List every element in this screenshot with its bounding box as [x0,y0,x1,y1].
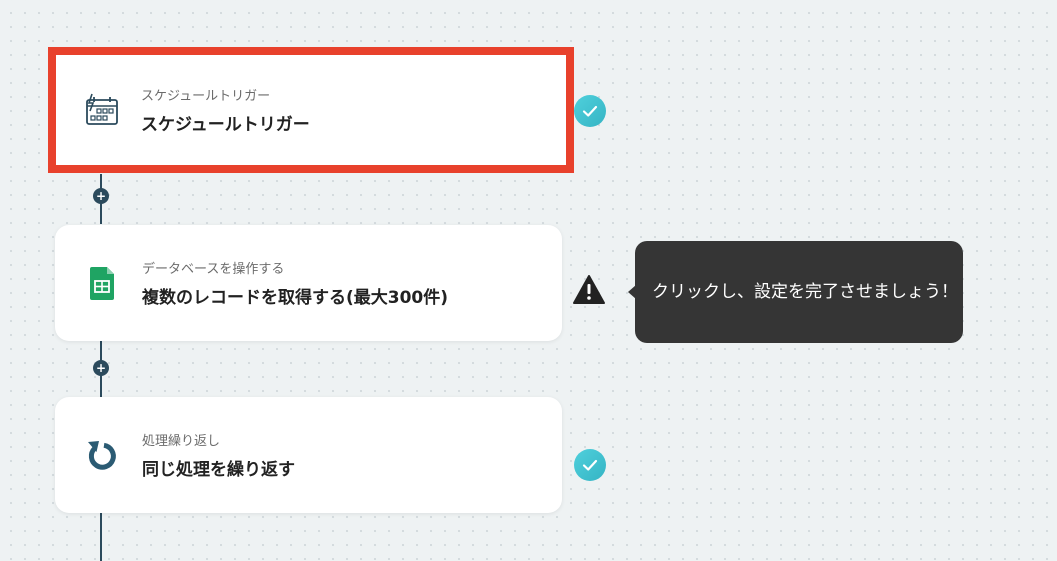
warning-icon [572,274,606,306]
loop-icon [83,436,121,474]
flow-step-database[interactable]: データベースを操作する 複数のレコードを取得する(最大300件) [55,225,562,341]
setup-hint-tooltip: クリックし、設定を完了させましょう！ [628,241,963,343]
tooltip-arrow [628,285,636,299]
schedule-trigger-icon [83,91,121,129]
step-title: 複数のレコードを取得する(最大300件) [142,288,449,308]
google-sheets-icon [83,264,121,302]
check-icon [574,449,606,481]
step-title: スケジュールトリガー [141,115,310,135]
connector-line [100,513,102,561]
add-step-button[interactable]: + [93,188,109,204]
check-icon [574,95,606,127]
step-category-label: スケジュールトリガー [141,89,271,104]
flow-canvas: + + スケジュールトリガー スケジュールトリガー データベースを操作する 複数… [0,0,1057,561]
flow-step-loop[interactable]: 処理繰り返し 同じ処理を繰り返す [55,397,562,513]
flow-step-schedule-trigger[interactable]: スケジュールトリガー スケジュールトリガー [48,47,574,173]
step-category-label: 処理繰り返し [142,434,221,449]
tooltip-text: クリックし、設定を完了させましょう！ [652,282,958,302]
add-step-button[interactable]: + [93,360,109,376]
step-category-label: データベースを操作する [142,262,285,277]
step-title: 同じ処理を繰り返す [142,460,295,480]
